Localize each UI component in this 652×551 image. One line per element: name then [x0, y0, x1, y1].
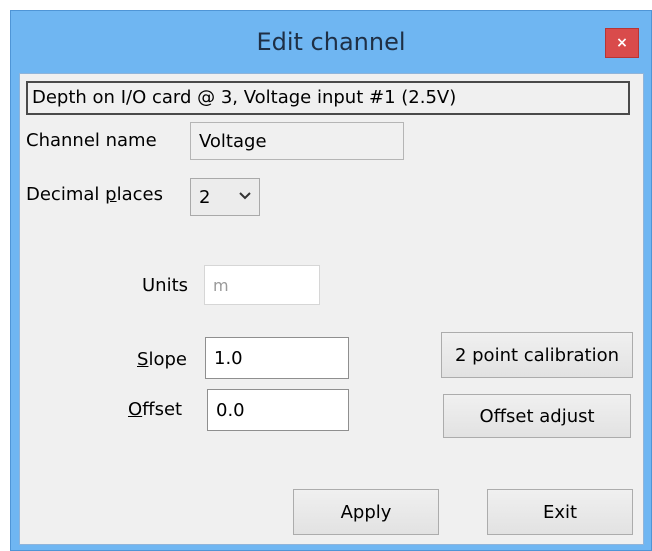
- close-button[interactable]: ×: [605, 28, 639, 58]
- apply-button[interactable]: Apply: [293, 489, 439, 535]
- decimal-places-label: Decimal places: [26, 184, 163, 205]
- channel-name-label: Channel name: [26, 130, 157, 151]
- edit-channel-window: Edit channel × Depth on I/O card @ 3, Vo…: [10, 10, 652, 551]
- two-point-calibration-button[interactable]: 2 point calibration: [441, 332, 633, 378]
- offset-label: Offset: [128, 399, 183, 420]
- units-label: Units: [142, 275, 189, 296]
- channel-description: Depth on I/O card @ 3, Voltage input #1 …: [26, 81, 630, 115]
- units-field[interactable]: m: [204, 265, 320, 305]
- chevron-down-icon: [231, 189, 259, 205]
- close-icon: ×: [616, 35, 628, 51]
- dialog-body: Depth on I/O card @ 3, Voltage input #1 …: [19, 73, 644, 545]
- channel-name-field[interactable]: Voltage: [190, 122, 404, 160]
- decimal-places-value: 2: [199, 186, 211, 208]
- exit-button[interactable]: Exit: [487, 489, 633, 535]
- slope-field[interactable]: 1.0: [205, 337, 349, 379]
- decimal-places-select[interactable]: 2: [190, 178, 260, 216]
- slope-label: Slope: [137, 349, 187, 370]
- window-title: Edit channel: [256, 28, 406, 56]
- offset-field[interactable]: 0.0: [207, 389, 349, 431]
- offset-adjust-button[interactable]: Offset adjust: [443, 394, 631, 438]
